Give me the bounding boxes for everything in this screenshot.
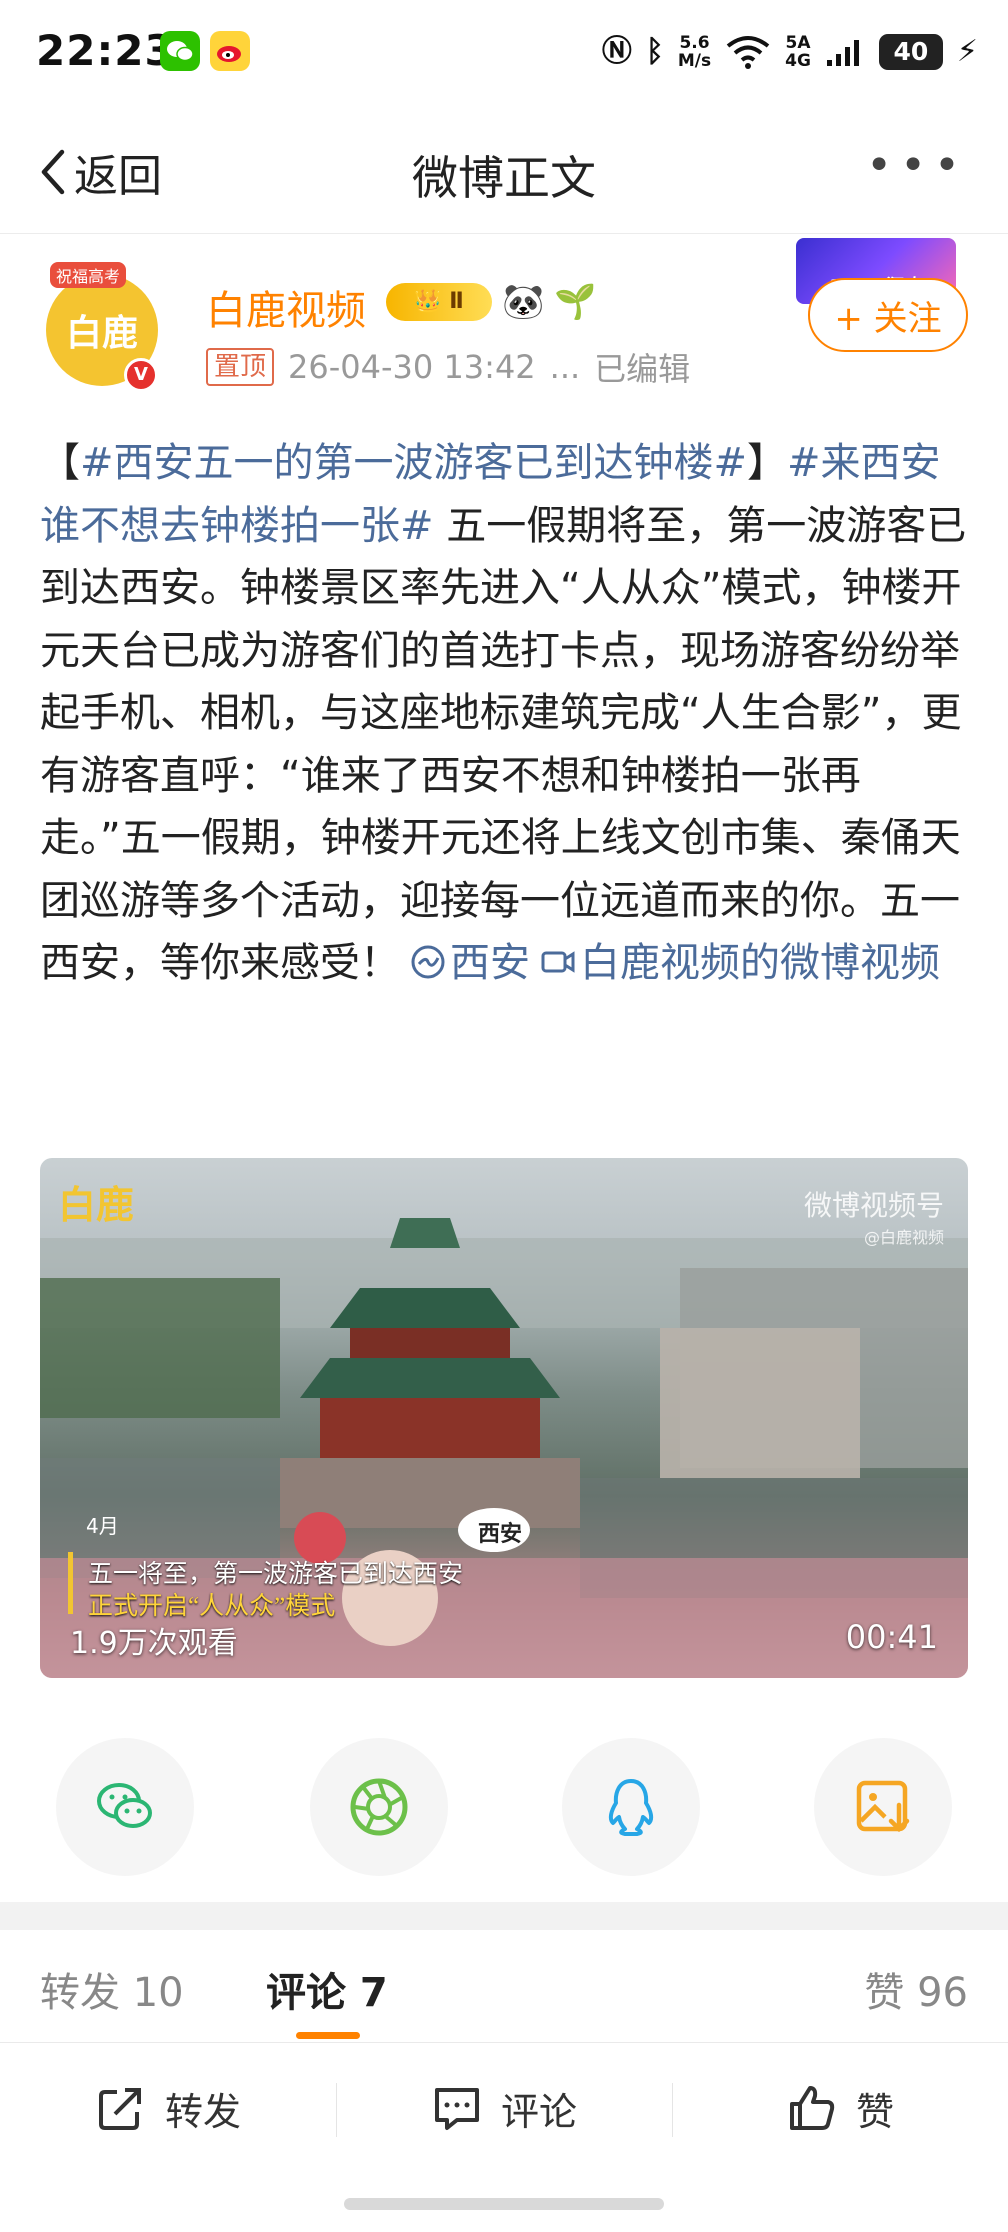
bracket-close: 】 <box>747 440 788 486</box>
post-author-header: 白鹿 祝福高考 V 白鹿视频 👑 Ⅱ 🐼 🌱 置顶 26-04-30 13:42… <box>0 234 1008 404</box>
bluetooth-icon: ᛒ <box>645 34 664 69</box>
repost-label: 转发 <box>164 2089 241 2134</box>
navigation-bar: 返回 微博正文 ••• <box>0 104 1008 234</box>
share-row <box>0 1738 1008 1888</box>
like-label: 赞 <box>855 2089 894 2134</box>
wechat-share-button[interactable] <box>56 1738 194 1876</box>
network-speed-value: 5.6 <box>679 33 710 53</box>
crown-level: Ⅱ <box>449 289 464 314</box>
thumbs-up-icon <box>789 2086 835 2130</box>
video-caption-2: 正式开启“人从众”模式 <box>88 1593 336 1620</box>
like-button[interactable]: 赞 <box>672 2043 1008 2173</box>
camera-aperture-icon <box>350 1778 408 1836</box>
signal-icon <box>826 40 859 66</box>
tab-comment[interactable]: 评论 7 <box>266 1960 388 2018</box>
status-bar: 22:23 Ⓝ ᛒ 5.6 M/s 5A 4G 40 ⚡ <box>0 0 1008 104</box>
section-divider <box>0 1902 1008 1930</box>
video-source-label: 白鹿视频的微博视频 <box>580 940 940 986</box>
signal-type: 5A 4G <box>785 34 811 70</box>
video-source-link[interactable]: 白鹿视频的微博视频 <box>530 940 940 986</box>
comment-icon <box>434 2088 479 2130</box>
location-icon <box>411 945 445 979</box>
location-link[interactable]: 西安 <box>400 940 530 986</box>
signal-bottom: 4G <box>785 51 811 71</box>
sprout-icon[interactable]: 🌱 <box>554 282 596 322</box>
qq-share-button[interactable] <box>562 1738 700 1876</box>
bracket-open: 【 <box>40 440 80 486</box>
meta-ellipsis: ... <box>549 348 581 386</box>
edited-label: 已编辑 <box>594 350 691 388</box>
interaction-tabs: 转发 10 评论 7 赞 96 <box>0 1930 1008 2042</box>
location-label: 西安 <box>450 940 530 986</box>
topic-link-1[interactable]: #西安五一的第一波游客已到达钟楼# <box>80 440 747 486</box>
comment-label: 评论 <box>500 2089 577 2134</box>
panda-icon[interactable]: 🐼 <box>502 282 544 322</box>
pinned-badge: 置顶 <box>206 348 275 386</box>
signal-top: 5A <box>785 33 811 53</box>
post-timestamp: 26-04-30 13:42 <box>288 348 536 386</box>
clock: 22:23 <box>36 26 175 75</box>
wifi-icon <box>726 36 770 69</box>
image-download-icon <box>856 1780 910 1833</box>
wechat-icon <box>97 1783 152 1828</box>
comment-button[interactable]: 评论 <box>336 2043 672 2173</box>
avatar-text: 白鹿 <box>65 313 138 354</box>
status-icons: Ⓝ ᛒ 5.6 M/s 5A 4G 40 ⚡ <box>602 30 978 74</box>
page-title: 微博正文 <box>412 151 596 205</box>
tab-like[interactable]: 赞 96 <box>864 1960 968 2018</box>
bottom-action-bar: 转发 评论 赞 <box>0 2042 1008 2172</box>
post-text: 五一假期将至，第一波游客已到达西安。钟楼景区率先进入“人从众”模式，钟楼开元天台… <box>40 502 967 987</box>
caption-accent-bar <box>68 1552 73 1614</box>
video-brand: 微博视频号 <box>803 1189 944 1222</box>
network-speed: 5.6 M/s <box>678 34 711 70</box>
more-options-button[interactable]: ••• <box>866 140 968 191</box>
nfc-icon: Ⓝ <box>601 34 632 69</box>
verified-icon: V <box>124 358 158 392</box>
charging-icon: ⚡ <box>956 34 978 69</box>
network-speed-unit: M/s <box>677 51 712 71</box>
video-icon <box>541 951 575 973</box>
wechat-icon <box>160 31 200 71</box>
qq-penguin-icon <box>608 1779 654 1836</box>
crown-badge-icon[interactable]: 👑 Ⅱ <box>386 283 492 321</box>
save-image-button[interactable] <box>814 1738 952 1876</box>
active-tab-indicator <box>296 2032 360 2039</box>
video-caption-1: 五一将至，第一波游客已到达西安 <box>88 1561 464 1588</box>
video-view-count: 1.9万次观看 <box>70 1626 238 1661</box>
moments-share-button[interactable] <box>310 1738 448 1876</box>
tab-repost[interactable]: 转发 10 <box>40 1960 184 2018</box>
video-duration: 00:41 <box>845 1618 938 1656</box>
weibo-icon <box>210 31 250 71</box>
follow-button[interactable]: + 关注 <box>808 278 968 352</box>
post-meta: 置顶 26-04-30 13:42 ... 已编辑 <box>206 344 690 390</box>
share-arrow-icon <box>98 2088 141 2130</box>
video-location-tag: 4月 <box>86 1514 119 1538</box>
video-player[interactable]: 白鹿 微博视频号 @白鹿视频 4月 西安 五一将至，第一波游客已到达西安 正式开… <box>40 1158 968 1678</box>
home-indicator[interactable] <box>344 2198 664 2210</box>
video-handle: @白鹿视频 <box>863 1228 944 1247</box>
post-body: 【#西安五一的第一波游客已到达钟楼#】#来西安谁不想去钟楼拍一张# 五一假期将至… <box>40 432 970 995</box>
author-name[interactable]: 白鹿视频 <box>206 278 366 336</box>
repost-button[interactable]: 转发 <box>0 2043 336 2173</box>
video-sign-text: 西安 <box>478 1522 523 1547</box>
user-badges: 👑 Ⅱ 🐼 🌱 <box>386 282 597 322</box>
battery-indicator: 40 <box>878 34 943 70</box>
video-watermark-logo: 白鹿 <box>58 1183 135 1227</box>
avatar-ribbon: 祝福高考 <box>50 262 127 288</box>
